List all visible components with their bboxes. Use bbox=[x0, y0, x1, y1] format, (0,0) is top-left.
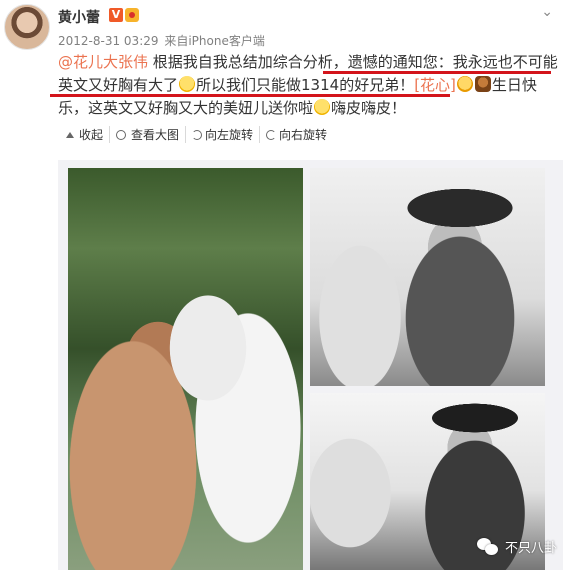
photo-top-right[interactable] bbox=[310, 168, 545, 386]
username[interactable]: 黄小蕾 bbox=[58, 7, 100, 27]
rotate-right-button[interactable]: 向右旋转 bbox=[259, 126, 333, 143]
post-text: @花儿大张伟 根据我自我总结加综合分析，遗憾的通知您：我永远也不可能英文又好胸有… bbox=[58, 51, 558, 120]
crying-emoji-icon bbox=[179, 76, 196, 92]
rotate-left-icon bbox=[192, 129, 203, 140]
rotate-left-button[interactable]: 向左旋转 bbox=[185, 126, 259, 143]
rotate-right-label: 向右旋转 bbox=[279, 128, 328, 142]
photo-gallery: 不只八卦 bbox=[58, 160, 563, 570]
member-badge-icon bbox=[125, 8, 139, 22]
verified-badge-icon: V bbox=[109, 8, 123, 22]
red-underline-1 bbox=[323, 71, 551, 74]
collapse-button[interactable]: 收起 bbox=[58, 126, 109, 143]
from-label: 来自 bbox=[164, 34, 189, 48]
love-emoji-icon bbox=[456, 76, 473, 92]
red-underline-2 bbox=[50, 94, 450, 97]
watermark: 不只八卦 bbox=[476, 536, 557, 556]
mention-link[interactable]: @花儿大张伟 bbox=[58, 53, 148, 71]
avatar[interactable] bbox=[4, 4, 50, 50]
post-time[interactable]: 2012-8-31 03:29 bbox=[58, 34, 159, 48]
image-toolbar: 收起 查看大图 向左旋转 向右旋转 bbox=[58, 126, 333, 143]
view-large-label: 查看大图 bbox=[131, 128, 180, 142]
wechat-logo-icon bbox=[476, 536, 499, 556]
collapse-icon bbox=[64, 129, 76, 141]
shy-emoji-icon bbox=[314, 99, 331, 115]
post-source[interactable]: iPhone客户端 bbox=[188, 34, 265, 48]
rotate-right-icon bbox=[266, 129, 277, 140]
rotate-left-label: 向左旋转 bbox=[205, 128, 254, 142]
post-meta: 2012-8-31 03:29 来自iPhone客户端 bbox=[58, 32, 265, 49]
post-text-segment-4: 嗨皮嗨皮！ bbox=[331, 99, 407, 117]
zoom-icon bbox=[116, 129, 127, 140]
cake-emoji-icon bbox=[474, 76, 491, 92]
post-text-segment-2: 所以我们只能做1314的好兄弟！ bbox=[196, 76, 415, 94]
photo-left[interactable] bbox=[68, 168, 303, 570]
view-large-button[interactable]: 查看大图 bbox=[109, 126, 185, 143]
watermark-text: 不只八卦 bbox=[504, 540, 557, 556]
emoji-text-huaxin: [花心] bbox=[414, 76, 456, 94]
chevron-down-icon[interactable]: ⌄ bbox=[541, 4, 553, 20]
collapse-label: 收起 bbox=[79, 128, 104, 142]
